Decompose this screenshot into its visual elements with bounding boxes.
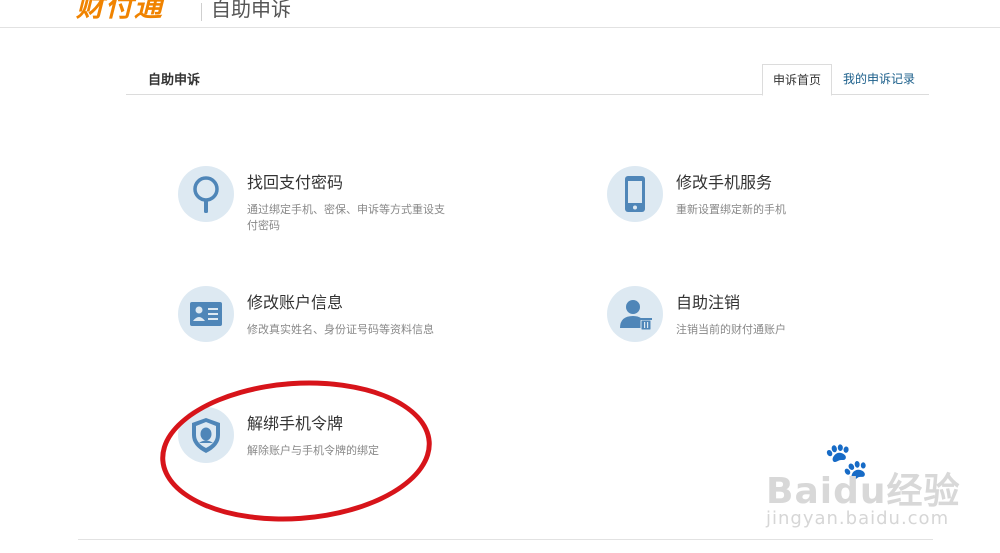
tab-appeal-home[interactable]: 申诉首页 — [762, 64, 832, 96]
service-title: 自助注销 — [676, 293, 741, 312]
watermark-brand: Baidu经验 — [766, 471, 961, 512]
panel-header: 自助申诉 申诉首页 我的申诉记录 — [126, 64, 929, 96]
id-card-icon — [178, 286, 234, 342]
watermark-url: jingyan.baidu.com — [766, 508, 950, 529]
service-desc: 通过绑定手机、密保、申诉等方式重设支付密码 — [247, 203, 445, 232]
red-annotation-ellipse — [155, 371, 437, 531]
service-desc: 注销当前的财付通账户 — [676, 323, 786, 336]
service-title: 找回支付密码 — [247, 173, 344, 192]
mobile-phone-icon — [607, 166, 663, 222]
service-desc: 重新设置绑定新的手机 — [676, 203, 786, 216]
top-header: 财付通 自助申诉 — [0, 0, 1000, 28]
user-delete-icon — [607, 286, 663, 342]
service-self-cancellation[interactable]: 自助注销 注销当前的财付通账户 — [607, 286, 867, 346]
header-divider — [201, 3, 202, 21]
service-change-mobile[interactable]: 修改手机服务 重新设置绑定新的手机 — [607, 166, 867, 238]
tenpay-logo[interactable]: 财付通 — [76, 0, 163, 24]
magnifier-icon — [178, 166, 234, 222]
panel-title: 自助申诉 — [148, 73, 201, 88]
service-title: 修改账户信息 — [247, 293, 344, 312]
service-title: 修改手机服务 — [676, 173, 773, 192]
header-title: 自助申诉 — [211, 0, 291, 21]
baidu-jingyan-watermark: 🐾 Baidu经验 jingyan.baidu.com — [766, 440, 966, 540]
service-find-payment-password[interactable]: 找回支付密码 通过绑定手机、密保、申诉等方式重设支付密码 — [178, 166, 445, 238]
service-desc: 修改真实姓名、身份证号码等资料信息 — [247, 323, 434, 336]
service-modify-account-info[interactable]: 修改账户信息 修改真实姓名、身份证号码等资料信息 — [178, 286, 478, 346]
tab-my-appeal-records[interactable]: 我的申诉记录 — [834, 64, 924, 94]
